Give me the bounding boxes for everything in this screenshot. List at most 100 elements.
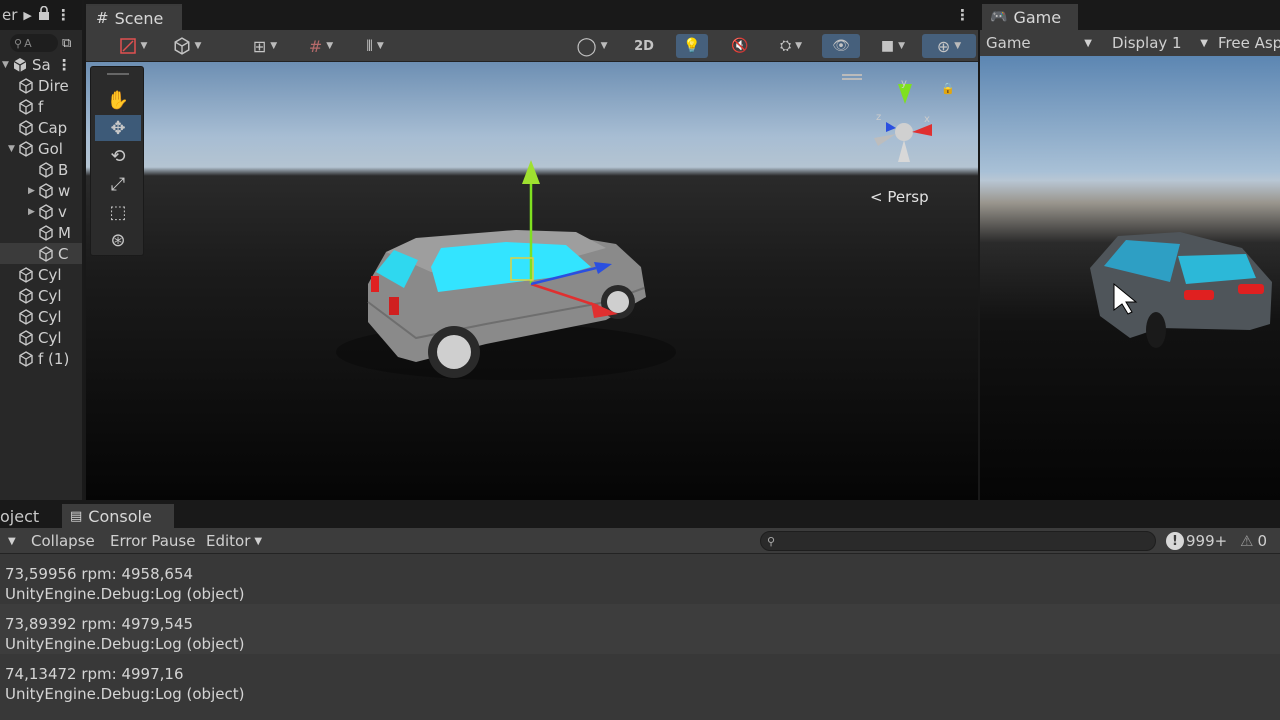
overlay-handle[interactable] [842, 74, 862, 76]
log-message: 73,59956 rpm: 4958,654 [5, 565, 194, 583]
shaded-draw-icon [119, 38, 136, 54]
console-log-list[interactable]: 73,59956 rpm: 4958,654 UnityEngine.Debug:… [0, 554, 1280, 720]
lock-icon[interactable] [38, 5, 50, 24]
editor-dropdown[interactable]: Editor ▼ [206, 528, 262, 554]
aspect-dropdown[interactable]: Free Asp [1218, 30, 1280, 56]
hierarchy-item[interactable]: B [0, 159, 82, 180]
hierarchy-item[interactable]: C [0, 243, 82, 264]
hierarchy-item[interactable]: ▶ v [0, 201, 82, 222]
gameobject-cube-icon [39, 224, 53, 241]
audio-toggle-button[interactable]: 🔇 [724, 34, 756, 58]
hierarchy-item[interactable]: ▼ Gol [0, 138, 82, 159]
game-view[interactable] [980, 56, 1280, 500]
expand-arrow-icon[interactable]: ▼ [2, 60, 12, 70]
game-toolbar: Game ▼ Display 1 ▼ Free Asp [980, 30, 1280, 56]
gameobject-cube-icon [39, 203, 53, 220]
expand-arrow-icon[interactable]: ▶ [28, 207, 38, 217]
hierarchy-item[interactable]: Cyl [0, 327, 82, 348]
gizmos-button[interactable]: ⊕ ▼ [922, 34, 976, 58]
rotate-tool-button[interactable]: ⟲ [95, 143, 141, 169]
tab-console[interactable]: ▤ Console [62, 504, 174, 528]
scene-render: y x z [336, 74, 932, 380]
gameobject-cube-icon [19, 350, 33, 367]
gizmo-y-label: y [901, 78, 907, 89]
display-dropdown[interactable]: Display 1 ▼ [1112, 30, 1208, 56]
hierarchy-item[interactable]: ▶ w [0, 180, 82, 201]
shading-circle-icon: ◯ [576, 35, 597, 57]
hierarchy-item-label: f (1) [38, 349, 70, 368]
move-tool-button[interactable]: ✥ [95, 115, 141, 141]
hierarchy-item[interactable]: Dire [0, 75, 82, 96]
scene-visibility-button[interactable]: 👁 [822, 34, 860, 58]
error-count-toggle[interactable]: ! 999+ [1166, 528, 1227, 554]
camera-settings-button[interactable]: ■ ▼ [870, 34, 916, 58]
hierarchy-item-label: Cyl [38, 286, 62, 305]
hierarchy-item[interactable]: M [0, 222, 82, 243]
effects-button[interactable]: ⛭ ▼ [768, 34, 814, 58]
gizmo-y-arrow[interactable] [522, 160, 540, 184]
hierarchy-item[interactable]: f [0, 96, 82, 117]
log-entry[interactable]: 73,59956 rpm: 4958,654 UnityEngine.Debug:… [0, 554, 1280, 604]
tab-scene[interactable]: # Scene [86, 4, 182, 30]
draw-mode-button[interactable]: ▼ [110, 34, 156, 58]
warning-count-toggle[interactable]: ⚠ 0 [1240, 528, 1267, 554]
shading-mode-button[interactable]: ◯ ▼ [568, 34, 616, 58]
hierarchy-item[interactable]: f (1) [0, 348, 82, 369]
gizmo-lock-icon[interactable]: 🔒 [941, 82, 955, 95]
game-car-tail-light [1184, 290, 1214, 300]
hierarchy-item[interactable]: Cyl [0, 264, 82, 285]
hierarchy-tab-label[interactable]: er [2, 6, 17, 24]
error-pause-button[interactable]: Error Pause [110, 528, 195, 554]
scene-root-row[interactable]: ▼ Sa ⋮ [0, 54, 82, 75]
scene-toolbar: ▼ ▼ ⊞ ▼ # ▼ ⦀ ▼ ◯ ▼ 2D 💡 🔇 ⛭ ▼ 👁 ■ ▼ ⊕ ▼ [86, 30, 978, 62]
scale-icon: ⤢ [110, 173, 126, 195]
game-car-tail-light-2 [1238, 284, 1264, 294]
log-entry[interactable]: 73,89392 rpm: 4979,545 UnityEngine.Debug:… [0, 604, 1280, 654]
rect-tool-button[interactable]: ⬚ [95, 199, 141, 225]
grid-visibility-button[interactable]: # ▼ [298, 34, 344, 58]
hierarchy-search-input[interactable]: ⚲ A [10, 34, 58, 52]
error-count: 999+ [1186, 532, 1228, 550]
persp-arrow-icon: < [870, 188, 883, 206]
more-menu-icon[interactable]: ⋮ [56, 6, 71, 24]
scale-tool-button[interactable]: ⤢ [95, 171, 141, 197]
expand-arrow-icon[interactable]: ▶ [28, 186, 38, 196]
scene-viewport[interactable]: y x z [86, 62, 978, 500]
game-mode-dropdown[interactable]: Game ▼ [986, 30, 1098, 56]
log-entry[interactable]: 74,13472 rpm: 4997,16 UnityEngine.Debug:L… [0, 654, 1280, 704]
camera-icon: ■ [880, 38, 895, 54]
persp-label[interactable]: < Persp [870, 188, 929, 206]
hierarchy-item[interactable]: Cyl [0, 306, 82, 327]
light-bulb-icon: 💡 [683, 38, 701, 54]
hierarchy-item[interactable]: Cyl [0, 285, 82, 306]
gameobject-cube-icon [19, 287, 33, 304]
expand-arrow-icon[interactable]: ▼ [8, 144, 18, 154]
transform-tool-button[interactable]: ⊛ [95, 227, 141, 253]
grid-snap-button[interactable]: ⊞ ▼ [242, 34, 288, 58]
clear-dropdown-button[interactable]: ▼ [8, 528, 24, 554]
palette-drag-handle[interactable] [107, 73, 129, 75]
increment-snap-button[interactable]: ⦀ ▼ [352, 34, 398, 58]
gameobject-cube-icon [19, 266, 33, 283]
hidden-eye-icon: 👁 [832, 38, 850, 54]
scene-menu-icon[interactable]: ⋮ [57, 56, 72, 74]
hierarchy-item-label: Cap [38, 118, 68, 137]
render-mode-button[interactable]: ▼ [164, 34, 210, 58]
car-tail-light-2 [389, 297, 399, 315]
toggle-2d-button[interactable]: 2D [626, 34, 662, 58]
effects-layers-icon: ⛭ [779, 38, 792, 54]
chevron-down-icon: ▼ [1084, 37, 1092, 49]
tab-project[interactable]: oject [0, 504, 60, 528]
hierarchy-filter-icon[interactable]: ⧉ [62, 36, 71, 51]
collapse-button[interactable]: Collapse [31, 528, 95, 554]
hierarchy-item[interactable]: Cap [0, 117, 82, 138]
scene-more-icon[interactable]: ⋮ [955, 6, 970, 24]
gameobject-cube-icon [39, 245, 53, 262]
console-search-input[interactable]: ⚲ [760, 531, 1156, 551]
lighting-toggle-button[interactable]: 💡 [676, 34, 708, 58]
tab-game[interactable]: 🎮 Game [982, 4, 1078, 30]
play-arrow-icon[interactable]: ▶ [23, 9, 31, 22]
hand-tool-button[interactable]: ✋ [95, 87, 141, 113]
chevron-down-icon: ▼ [254, 535, 263, 547]
hierarchy-item-label: Dire [38, 76, 69, 95]
